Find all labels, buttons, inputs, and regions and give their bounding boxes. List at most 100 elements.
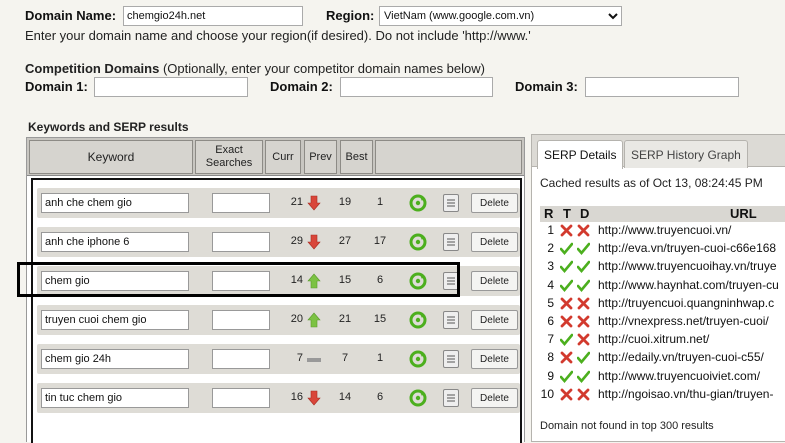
refresh-icon[interactable] [409, 233, 427, 251]
best-rank: 1 [376, 352, 384, 364]
keyword-input[interactable] [41, 232, 189, 252]
domain-not-found-message: Domain not found in top 300 results [540, 420, 714, 432]
serp-rank: 4 [547, 277, 554, 292]
cross-icon [560, 388, 573, 401]
keyword-input[interactable] [41, 388, 189, 408]
refresh-icon[interactable] [409, 311, 427, 329]
header-prev[interactable]: Prev [304, 140, 337, 174]
keyword-input[interactable] [41, 349, 189, 369]
notes-icon[interactable] [443, 311, 459, 329]
refresh-icon[interactable] [409, 389, 427, 407]
serp-url[interactable]: http://eva.vn/truyen-cuoi-c66e168 [598, 241, 776, 255]
current-rank: 16 [290, 391, 303, 403]
delete-button[interactable]: Delete [471, 349, 518, 369]
serp-url[interactable]: http://www.truyencuoihay.vn/truye [598, 259, 777, 273]
competition-subtitle: (Optionally, enter your competitor domai… [159, 61, 485, 76]
serp-row: 4 http://www.haynhat.com/truyen-cu [540, 278, 785, 296]
delete-button[interactable]: Delete [471, 232, 518, 252]
current-rank: 21 [290, 196, 303, 208]
region-select[interactable]: VietNam (www.google.com.vn) [379, 6, 622, 26]
keywords-list: 21 19 1 Delete 29 27 17 Delete 14 15 6 [31, 178, 522, 443]
arrow-down-icon [307, 234, 321, 250]
serp-tabs: SERP Details SERP History Graph [532, 135, 785, 169]
serp-row: 6 http://vnexpress.net/truyen-cuoi/ [540, 314, 785, 332]
serp-row: 8 http://edaily.vn/truyen-cuoi-c55/ [540, 350, 785, 368]
no-change-icon [307, 351, 321, 367]
keyword-row: 20 21 15 Delete [37, 305, 520, 335]
domain1-input[interactable] [94, 77, 248, 97]
cross-icon [560, 224, 573, 237]
serp-header-t: T [563, 206, 571, 221]
refresh-icon[interactable] [409, 350, 427, 368]
cross-icon [577, 297, 590, 310]
keyword-row: 21 19 1 Delete [37, 188, 520, 218]
tab-serp-history-graph[interactable]: SERP History Graph [624, 140, 748, 168]
serp-row: 9 http://www.truyencuoiviet.com/ [540, 369, 785, 387]
region-label: Region: [326, 8, 375, 23]
notes-icon[interactable] [443, 389, 459, 407]
notes-icon[interactable] [443, 194, 459, 212]
domain3-input[interactable] [585, 77, 739, 97]
serp-rank: 7 [547, 332, 554, 347]
best-rank: 1 [376, 196, 384, 208]
keyword-input[interactable] [41, 193, 189, 213]
serp-header-d: D [580, 206, 590, 221]
keywords-panel-title: Keywords and SERP results [28, 120, 189, 134]
refresh-icon[interactable] [409, 194, 427, 212]
domain3-label: Domain 3: [515, 79, 578, 94]
exact-searches-input[interactable] [212, 232, 270, 252]
exact-searches-input[interactable] [212, 193, 270, 213]
current-rank: 20 [290, 313, 303, 325]
delete-button[interactable]: Delete [471, 388, 518, 408]
delete-button[interactable]: Delete [471, 310, 518, 330]
check-icon [576, 260, 591, 274]
check-icon [576, 351, 591, 365]
notes-icon[interactable] [443, 233, 459, 251]
cross-icon [577, 333, 590, 346]
serp-row: 3 http://www.truyencuoihay.vn/truye [540, 259, 785, 277]
delete-button[interactable]: Delete [471, 271, 518, 291]
best-rank: 6 [376, 391, 384, 403]
serp-url[interactable]: http://edaily.vn/truyen-cuoi-c55/ [598, 350, 764, 364]
arrow-down-icon [307, 195, 321, 211]
serp-rank: 5 [547, 295, 554, 310]
tab-serp-details[interactable]: SERP Details [537, 140, 624, 169]
serp-url[interactable]: http://cuoi.xitrum.net/ [598, 332, 709, 346]
serp-row: 10 http://ngoisao.vn/thu-gian/truyen- [540, 387, 785, 405]
delete-button[interactable]: Delete [471, 193, 518, 213]
header-best[interactable]: Best [340, 140, 373, 174]
serp-rank: 6 [547, 314, 554, 328]
exact-searches-input[interactable] [212, 310, 270, 330]
serp-header-r: R [544, 206, 554, 221]
serp-url[interactable]: http://www.haynhat.com/truyen-cu [598, 278, 779, 292]
previous-rank: 19 [338, 196, 352, 208]
arrow-up-icon [307, 312, 321, 328]
current-rank: 29 [290, 235, 303, 247]
cached-timestamp: Cached results as of Oct 13, 08:24:45 PM [540, 176, 763, 190]
keyword-input[interactable] [41, 310, 189, 330]
serp-rank: 1 [547, 223, 554, 237]
domain2-label: Domain 2: [270, 79, 333, 94]
exact-searches-input[interactable] [212, 349, 270, 369]
best-rank: 17 [373, 235, 387, 247]
serp-url[interactable]: http://vnexpress.net/truyen-cuoi/ [598, 314, 769, 328]
header-curr[interactable]: Curr [265, 140, 301, 174]
header-exact-searches[interactable]: Exact Searches [195, 140, 263, 174]
cross-icon [560, 297, 573, 310]
domain-name-input[interactable] [123, 6, 303, 26]
serp-url[interactable]: http://www.truyencuoiviet.com/ [598, 369, 760, 383]
keyword-row: 16 14 6 Delete [37, 383, 520, 413]
keyword-row: 7 7 1 Delete [37, 344, 520, 374]
serp-url[interactable]: http://ngoisao.vn/thu-gian/truyen- [598, 387, 773, 401]
serp-url[interactable]: http://www.truyencuoi.vn/ [598, 223, 731, 237]
domain2-input[interactable] [340, 77, 493, 97]
serp-url[interactable]: http://truyencuoi.quangninhwap.c [598, 296, 774, 310]
header-keyword[interactable]: Keyword [29, 140, 193, 174]
serp-rank: 2 [547, 241, 554, 256]
competition-heading: Competition Domains (Optionally, enter y… [25, 61, 485, 76]
serp-row: 1 http://www.truyencuoi.vn/ [540, 223, 785, 241]
check-icon [559, 370, 574, 383]
exact-searches-input[interactable] [212, 388, 270, 408]
serp-rank: 10 [540, 386, 554, 401]
notes-icon[interactable] [443, 350, 459, 368]
